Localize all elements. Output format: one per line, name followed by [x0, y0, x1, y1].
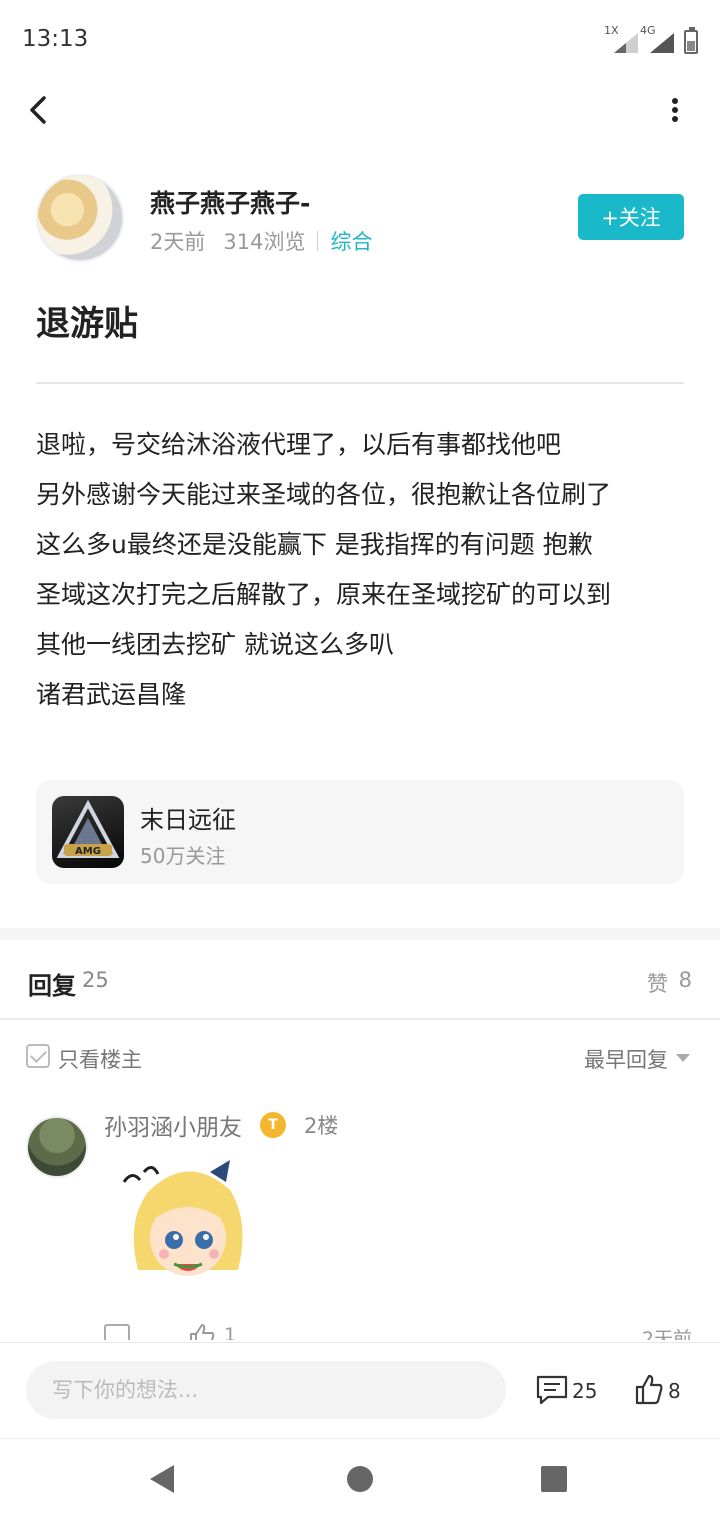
- comment-input[interactable]: [26, 1361, 506, 1419]
- comment-time: 2天前: [641, 1328, 692, 1340]
- game-followers: 50万关注: [140, 844, 226, 868]
- screen: 13:13 1X 4G 燕子燕子燕子- 2天前 314浏览 综合 +关注 退游贴…: [0, 0, 720, 1520]
- post-meta: 2天前 314浏览 综合: [150, 226, 372, 256]
- author-row: 燕子燕子燕子- 2天前 314浏览 综合 +关注: [36, 172, 684, 264]
- replies-count: 25: [82, 968, 109, 992]
- meta-divider: [317, 231, 319, 251]
- body-line: 其他一线团去挖矿 就说这么多叭: [36, 630, 394, 659]
- avatar[interactable]: [36, 174, 124, 262]
- game-name: 末日远征: [140, 806, 236, 834]
- body-line: 圣域这次打完之后解散了，原来在圣域挖矿的可以到: [36, 580, 612, 609]
- caret-down-icon[interactable]: [676, 1054, 690, 1062]
- nav-home-icon[interactable]: [347, 1466, 373, 1492]
- body-line: 这么多u最终还是没能赢下 是我指挥的有问题 抱歉: [36, 530, 593, 559]
- svg-text:AMG: AMG: [75, 846, 101, 857]
- header: [0, 80, 720, 140]
- replies-label: 回复: [28, 972, 76, 1000]
- level-badge-icon: T: [260, 1112, 286, 1138]
- sort-dropdown[interactable]: 最早回复: [584, 1044, 668, 1074]
- status-icons: 1X 4G: [604, 24, 698, 54]
- bottom-input-bar: 25 8: [0, 1342, 720, 1438]
- thumbs-up-icon[interactable]: [634, 1373, 664, 1405]
- replies-header: 回复 25 赞 8: [0, 940, 720, 1020]
- comment-like-count: 1: [224, 1324, 237, 1340]
- commenter-name[interactable]: 孙羽涵小朋友: [104, 1108, 242, 1142]
- only-op-filter[interactable]: 只看楼主: [58, 1044, 142, 1074]
- reply-icon[interactable]: [104, 1324, 130, 1340]
- comment-actions: 1 2天前: [104, 1322, 692, 1340]
- battery-icon: [684, 27, 698, 54]
- game-card[interactable]: AMG 末日远征 50万关注: [36, 780, 684, 884]
- back-arrow-icon[interactable]: [22, 90, 62, 130]
- status-time: 13:13: [22, 26, 89, 52]
- system-nav-bar: [0, 1438, 720, 1520]
- comment-icon[interactable]: [536, 1375, 568, 1405]
- nav-back-icon[interactable]: [150, 1465, 174, 1493]
- body-line: 退啦，号交给沐浴液代理了，以后有事都找他吧: [36, 430, 562, 459]
- thumbs-up-icon[interactable]: [188, 1322, 216, 1340]
- author-name[interactable]: 燕子燕子燕子-: [150, 184, 310, 220]
- likes-count[interactable]: 8: [679, 968, 692, 992]
- category-tag[interactable]: 综合: [330, 226, 372, 256]
- signal-4g-icon: 4G: [640, 24, 676, 54]
- floor-number: 2楼: [304, 1114, 339, 1138]
- more-vert-icon[interactable]: [660, 90, 690, 130]
- sticker-image: [118, 1152, 258, 1300]
- body-line: 另外感谢今天能过来圣域的各位，很抱歉让各位刷了: [36, 480, 612, 509]
- sim2-label: 4G: [640, 24, 656, 37]
- post-time: 2天前: [150, 230, 206, 254]
- post-body: 退啦，号交给沐浴液代理了，以后有事都找他吧 另外感谢今天能过来圣域的各位，很抱歉…: [36, 420, 690, 720]
- divider: [36, 382, 684, 384]
- comment-item: 孙羽涵小朋友 T 2楼 1 2天前: [0, 1100, 720, 1340]
- body-line: 诸君武运昌隆: [36, 680, 187, 709]
- signal-1x-icon: 1X: [604, 24, 640, 54]
- filter-row: 只看楼主 最早回复: [0, 1030, 720, 1084]
- checkbox-icon[interactable]: [26, 1044, 50, 1068]
- bottom-like-count: 8: [668, 1379, 681, 1403]
- commenter-avatar[interactable]: [26, 1116, 88, 1178]
- view-count: 314浏览: [223, 230, 306, 254]
- bottom-comment-count: 25: [572, 1379, 598, 1403]
- post-title: 退游贴: [36, 304, 138, 344]
- nav-recent-icon[interactable]: [541, 1466, 567, 1492]
- sim1-label: 1X: [604, 24, 619, 37]
- follow-button[interactable]: +关注: [578, 194, 684, 240]
- likes-label[interactable]: 赞: [647, 968, 668, 998]
- section-separator: [0, 928, 720, 940]
- game-logo-icon: AMG: [52, 796, 124, 868]
- status-bar: 13:13 1X 4G: [0, 0, 720, 80]
